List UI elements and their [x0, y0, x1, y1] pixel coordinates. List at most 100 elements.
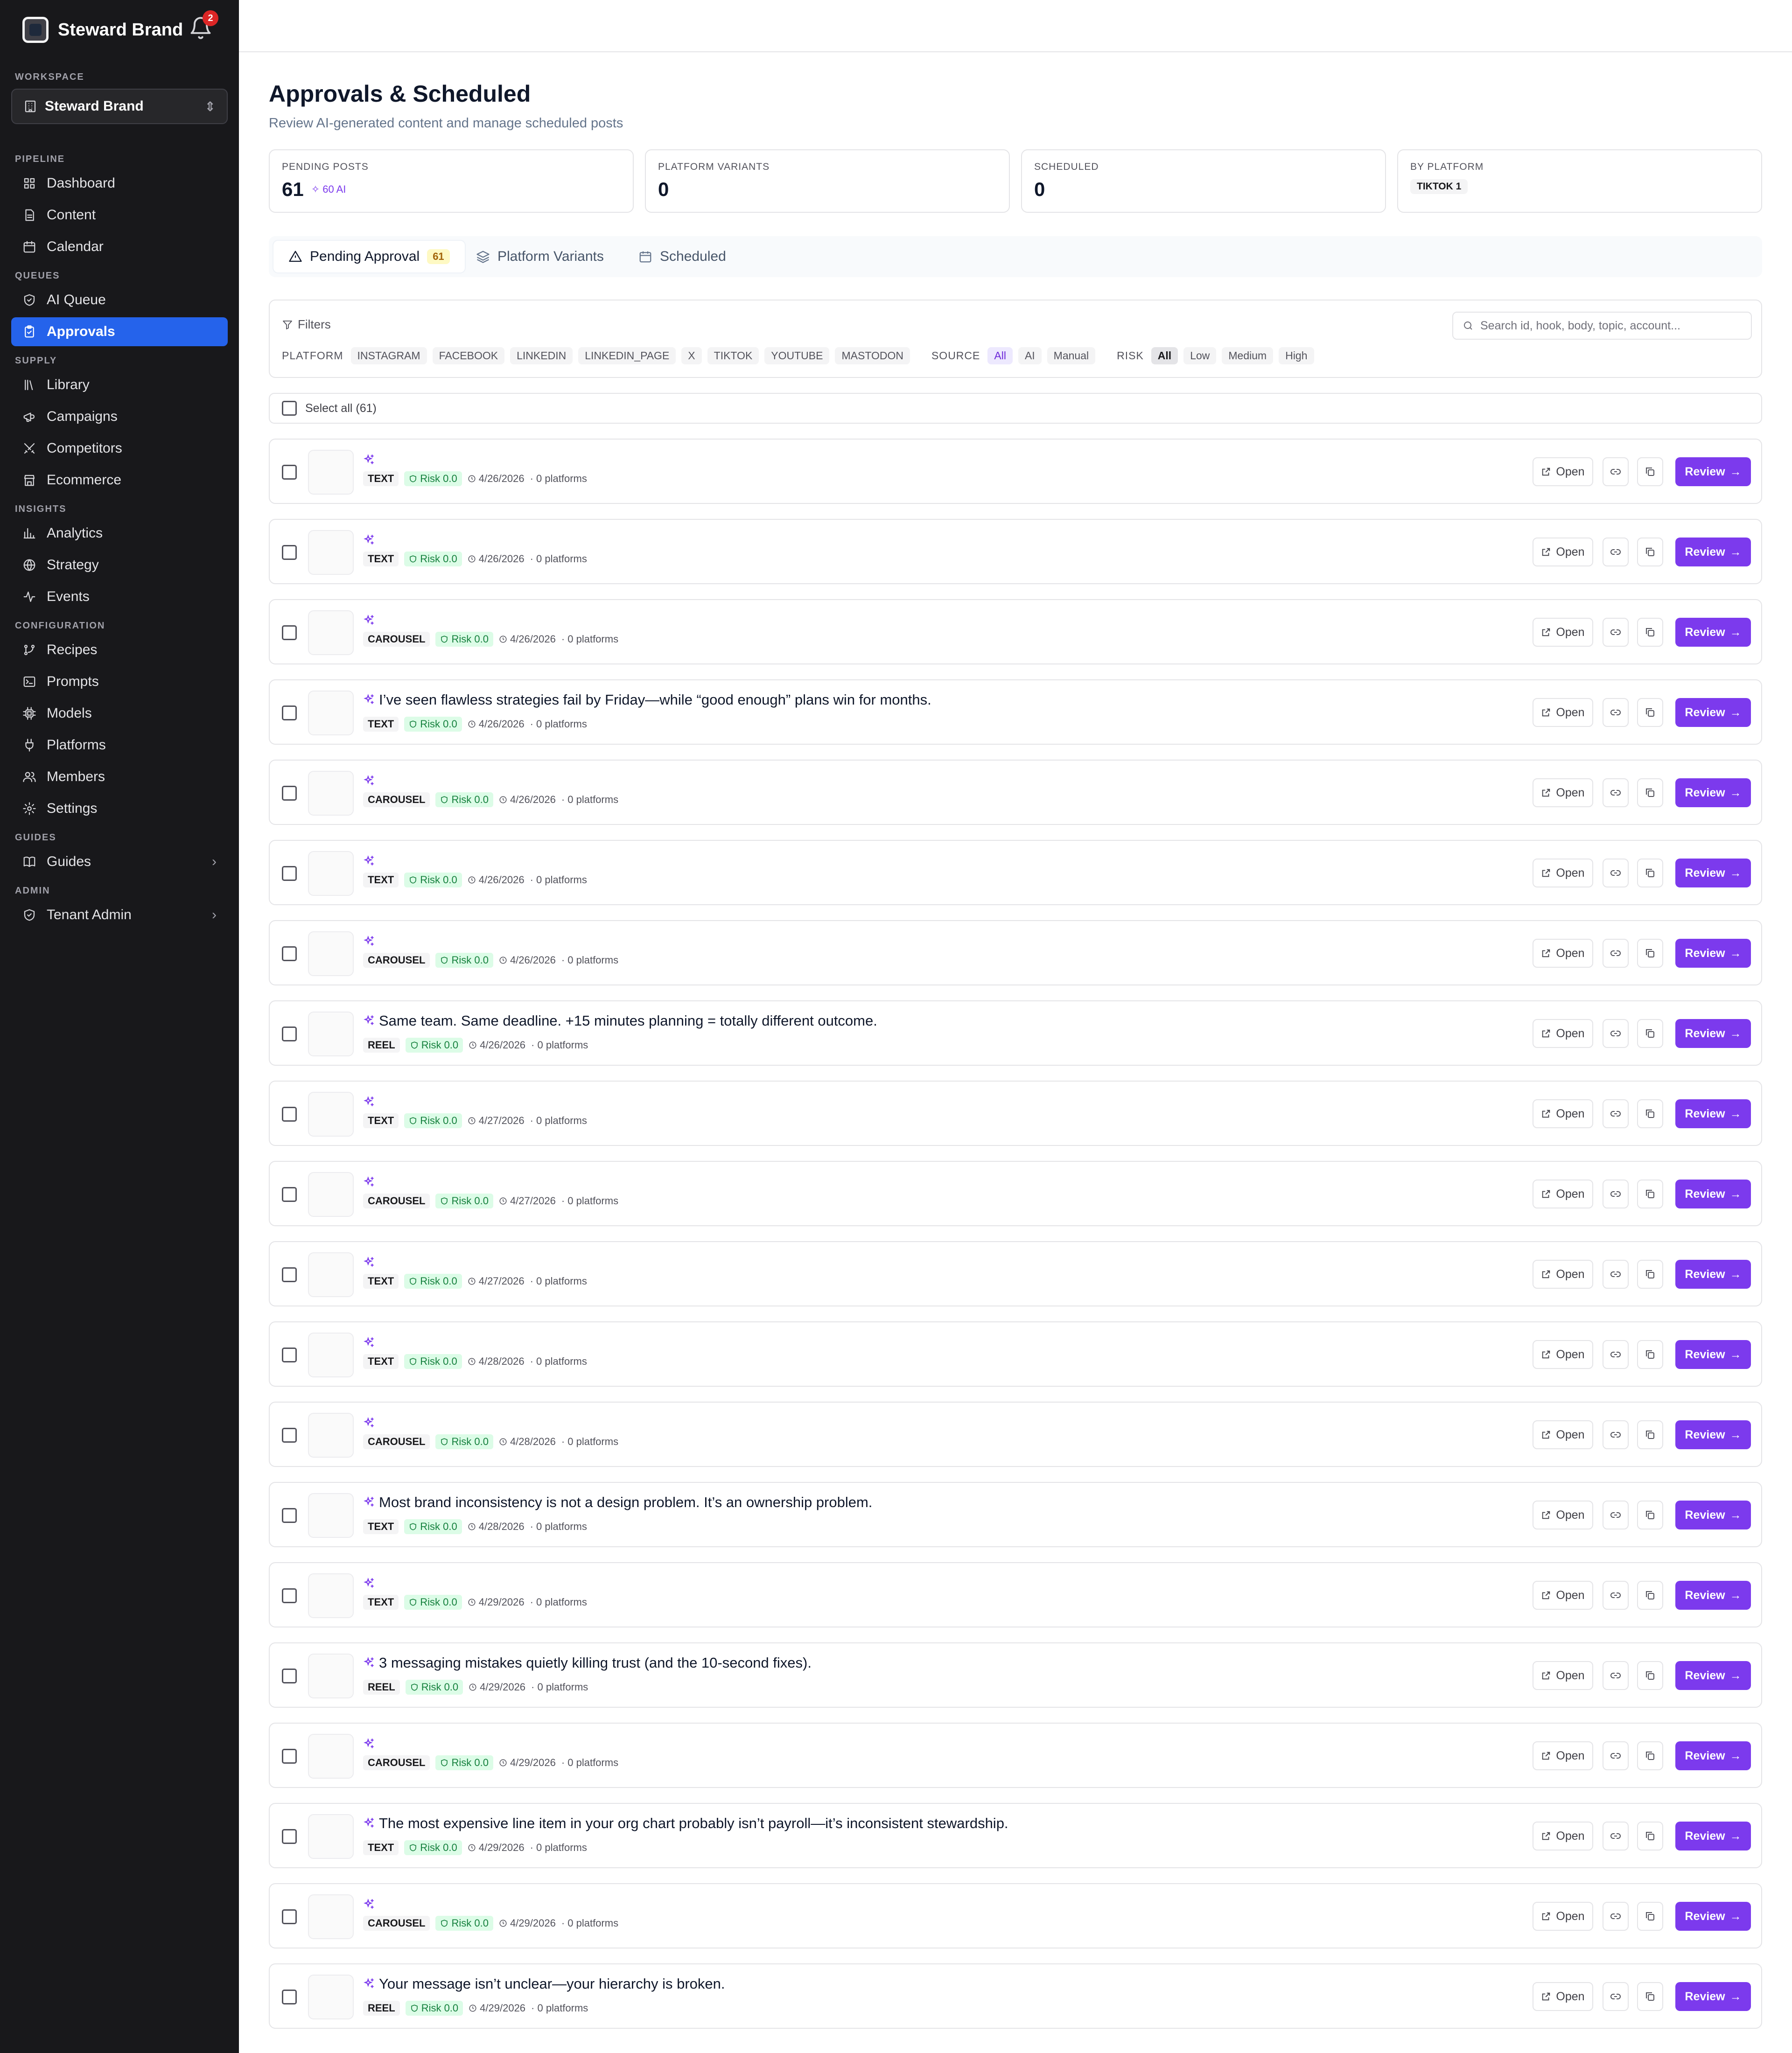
duplicate-button[interactable] — [1637, 1180, 1663, 1208]
post-card[interactable]: TEXT Risk 0.0 4/26/2026 · 0 platforms Open Re… — [269, 439, 1762, 504]
open-button[interactable]: Open — [1533, 778, 1593, 807]
source-chip-all[interactable]: All — [987, 347, 1013, 364]
platform-chip-facebook[interactable]: FACEBOOK — [432, 347, 505, 364]
post-checkbox[interactable] — [282, 1829, 297, 1844]
open-button[interactable]: Open — [1533, 1982, 1593, 2011]
post-card[interactable]: CAROUSEL Risk 0.0 4/26/2026 · 0 platforms Op… — [269, 760, 1762, 825]
post-checkbox[interactable] — [282, 625, 297, 640]
risk-chip-medium[interactable]: Medium — [1222, 347, 1274, 364]
platform-chip-x[interactable]: X — [681, 347, 702, 364]
post-card[interactable]: Same team. Same deadline. +15 minutes pl… — [269, 1000, 1762, 1066]
copy-link-button[interactable] — [1603, 457, 1629, 486]
risk-chip-low[interactable]: Low — [1183, 347, 1217, 364]
platform-chip-instagram[interactable]: INSTAGRAM — [350, 347, 427, 364]
platform-chip-linkedin-page[interactable]: LINKEDIN_PAGE — [578, 347, 676, 364]
post-card[interactable]: The most expensive line item in your org… — [269, 1803, 1762, 1868]
select-all-row[interactable]: Select all (61) — [269, 393, 1762, 424]
sidebar-item-prompts[interactable]: Prompts — [11, 667, 228, 696]
post-checkbox[interactable] — [282, 1749, 297, 1764]
sidebar-item-members[interactable]: Members — [11, 762, 228, 791]
post-checkbox[interactable] — [282, 465, 297, 480]
copy-link-button[interactable] — [1603, 939, 1629, 968]
sidebar-item-strategy[interactable]: Strategy — [11, 551, 228, 580]
review-button[interactable]: Review → — [1675, 538, 1751, 566]
open-button[interactable]: Open — [1533, 1420, 1593, 1449]
post-card[interactable]: Your message isn’t unclear—your hierarch… — [269, 1963, 1762, 2029]
copy-link-button[interactable] — [1603, 1019, 1629, 1048]
review-button[interactable]: Review → — [1675, 1501, 1751, 1529]
copy-link-button[interactable] — [1603, 859, 1629, 887]
post-card[interactable]: TEXT Risk 0.0 4/29/2026 · 0 platforms Open Re… — [269, 1562, 1762, 1627]
open-button[interactable]: Open — [1533, 1180, 1593, 1208]
open-button[interactable]: Open — [1533, 1902, 1593, 1931]
review-button[interactable]: Review → — [1675, 698, 1751, 727]
copy-link-button[interactable] — [1603, 1661, 1629, 1690]
sidebar-item-events[interactable]: Events — [11, 582, 228, 611]
copy-link-button[interactable] — [1603, 1902, 1629, 1931]
post-card[interactable]: CAROUSEL Risk 0.0 4/29/2026 · 0 platforms Op… — [269, 1883, 1762, 1948]
post-checkbox[interactable] — [282, 1026, 297, 1041]
review-button[interactable]: Review → — [1675, 1741, 1751, 1770]
sidebar-item-dashboard[interactable]: Dashboard — [11, 169, 228, 198]
select-all-checkbox[interactable] — [282, 401, 297, 416]
platform-chip-linkedin[interactable]: LINKEDIN — [510, 347, 573, 364]
brand[interactable]: Steward Brand — [22, 16, 183, 44]
duplicate-button[interactable] — [1637, 1661, 1663, 1690]
review-button[interactable]: Review → — [1675, 939, 1751, 968]
post-card[interactable]: I’ve seen flawless strategies fail by Fr… — [269, 679, 1762, 745]
post-card[interactable]: TEXT Risk 0.0 4/26/2026 · 0 platforms Open Re… — [269, 840, 1762, 905]
duplicate-button[interactable] — [1637, 778, 1663, 807]
open-button[interactable]: Open — [1533, 939, 1593, 968]
platform-chip-tiktok[interactable]: TIKTOK — [707, 347, 759, 364]
post-card[interactable]: CAROUSEL Risk 0.0 4/27/2026 · 0 platforms Op… — [269, 1161, 1762, 1226]
post-card[interactable]: 3 messaging mistakes quietly killing tru… — [269, 1642, 1762, 1708]
post-card[interactable]: TEXT Risk 0.0 4/28/2026 · 0 platforms Open Re… — [269, 1321, 1762, 1387]
post-card[interactable]: TEXT Risk 0.0 4/27/2026 · 0 platforms Open Re… — [269, 1081, 1762, 1146]
open-button[interactable]: Open — [1533, 457, 1593, 486]
duplicate-button[interactable] — [1637, 1982, 1663, 2011]
review-button[interactable]: Review → — [1675, 1581, 1751, 1610]
post-checkbox[interactable] — [282, 1909, 297, 1924]
post-checkbox[interactable] — [282, 1348, 297, 1362]
duplicate-button[interactable] — [1637, 1099, 1663, 1128]
copy-link-button[interactable] — [1603, 1420, 1629, 1449]
post-card[interactable]: CAROUSEL Risk 0.0 4/28/2026 · 0 platforms Op… — [269, 1402, 1762, 1467]
post-card[interactable]: TEXT Risk 0.0 4/27/2026 · 0 platforms Open Re… — [269, 1241, 1762, 1306]
risk-chip-all[interactable]: All — [1151, 347, 1178, 364]
open-button[interactable]: Open — [1533, 1661, 1593, 1690]
open-button[interactable]: Open — [1533, 1019, 1593, 1048]
sidebar-item-settings[interactable]: Settings — [11, 794, 228, 823]
duplicate-button[interactable] — [1637, 1822, 1663, 1850]
copy-link-button[interactable] — [1603, 698, 1629, 727]
copy-link-button[interactable] — [1603, 1501, 1629, 1529]
review-button[interactable]: Review → — [1675, 1099, 1751, 1128]
copy-link-button[interactable] — [1603, 778, 1629, 807]
open-button[interactable]: Open — [1533, 859, 1593, 887]
open-button[interactable]: Open — [1533, 1581, 1593, 1610]
open-button[interactable]: Open — [1533, 1340, 1593, 1369]
sidebar-item-analytics[interactable]: Analytics — [11, 519, 228, 548]
open-button[interactable]: Open — [1533, 1822, 1593, 1850]
copy-link-button[interactable] — [1603, 538, 1629, 566]
duplicate-button[interactable] — [1637, 1019, 1663, 1048]
review-button[interactable]: Review → — [1675, 778, 1751, 807]
tab-platform-variants[interactable]: Platform Variants — [461, 240, 619, 273]
sidebar-item-calendar[interactable]: Calendar — [11, 232, 228, 261]
source-chip-ai[interactable]: AI — [1018, 347, 1042, 364]
copy-link-button[interactable] — [1603, 1982, 1629, 2011]
risk-chip-high[interactable]: High — [1279, 347, 1314, 364]
duplicate-button[interactable] — [1637, 1420, 1663, 1449]
review-button[interactable]: Review → — [1675, 1822, 1751, 1850]
sidebar-item-campaigns[interactable]: Campaigns — [11, 402, 228, 431]
tab-pending-approval[interactable]: Pending Approval 61 — [273, 240, 466, 273]
duplicate-button[interactable] — [1637, 1340, 1663, 1369]
workspace-select[interactable]: Steward Brand ⇕ — [11, 89, 228, 124]
duplicate-button[interactable] — [1637, 1902, 1663, 1931]
duplicate-button[interactable] — [1637, 457, 1663, 486]
sidebar-item-content[interactable]: Content — [11, 201, 228, 230]
post-checkbox[interactable] — [282, 1508, 297, 1523]
duplicate-button[interactable] — [1637, 1501, 1663, 1529]
open-button[interactable]: Open — [1533, 698, 1593, 727]
review-button[interactable]: Review → — [1675, 618, 1751, 647]
duplicate-button[interactable] — [1637, 1581, 1663, 1610]
